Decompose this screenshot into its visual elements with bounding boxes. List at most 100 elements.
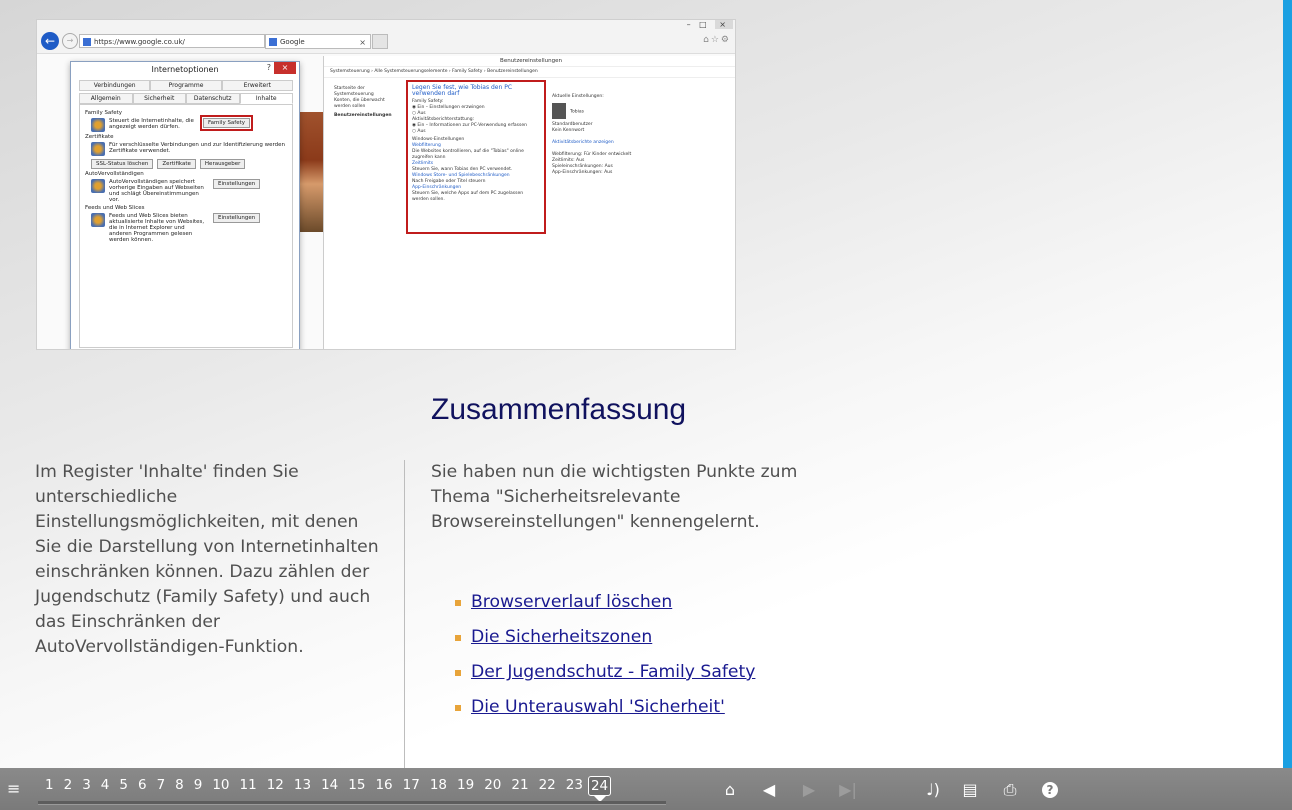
list-item: Die Sicherheitszonen: [455, 625, 755, 660]
progress-bar: [38, 801, 666, 805]
browser-toolbar-icons: ⌂☆⚙: [703, 35, 731, 45]
page-link[interactable]: 23: [561, 776, 588, 796]
topic-link-browserverlauf[interactable]: Browserverlauf löschen: [471, 592, 672, 612]
dialog-tab: Verbindungen: [79, 80, 151, 91]
user-settings-breadcrumb: Systemsteuerung › Alle Systemsteuerungse…: [324, 67, 735, 78]
family-safety-button: Family Safety: [199, 115, 254, 131]
left-paragraph: Im Register 'Inhalte' finden Sie untersc…: [35, 462, 379, 657]
page-link[interactable]: 21: [506, 776, 533, 796]
user-settings-title: Benutzereinstellungen: [324, 56, 735, 67]
page-link[interactable]: 18: [425, 776, 452, 796]
list-item: Browserverlauf löschen: [455, 590, 755, 625]
page-numbers: 1 2 3 4 5 6 7 8 9 10 11 12 13 14 15 16 1…: [40, 776, 612, 802]
autocomplete-heading: AutoVervollständigen: [85, 171, 144, 177]
ssl-button: SSL-Status löschen: [91, 159, 154, 169]
activity-on: Ein – Informationen zur PC-Verwendung er…: [417, 123, 527, 128]
list-item: Die Unterauswahl 'Sicherheit': [455, 695, 755, 730]
volume-icon[interactable]: ♩): [921, 780, 945, 800]
accent-stripe: [1283, 0, 1292, 768]
certificate-icon: [91, 142, 105, 156]
feeds-settings-button: Einstellungen: [213, 213, 261, 223]
back-icon[interactable]: ◀: [757, 780, 781, 800]
page-link[interactable]: 1: [40, 776, 59, 796]
user-settings-window: Benutzereinstellungen Systemsteuerung › …: [323, 56, 735, 349]
browser-address: https://www.google.co.uk/: [79, 34, 265, 48]
family-safety-heading: Family Safety: [85, 110, 123, 116]
page-link[interactable]: 10: [207, 776, 234, 796]
dialog-tabs-row-2: Allgemein Sicherheit Datenschutz Inhalte: [79, 93, 293, 104]
page-link[interactable]: 17: [398, 776, 425, 796]
topic-link-unterauswahl[interactable]: Die Unterauswahl 'Sicherheit': [471, 697, 725, 717]
current-settings: Aktuelle Einstellungen: Tobias Standardb…: [552, 94, 631, 176]
page-link[interactable]: 11: [235, 776, 262, 796]
family-safety-row: Steuert die Internetinhalte, die angezei…: [91, 115, 287, 132]
page-link[interactable]: 20: [479, 776, 506, 796]
topic-link-sicherheitszonen[interactable]: Die Sicherheitszonen: [471, 627, 652, 647]
user-pw: Kein Kennwort: [552, 128, 585, 133]
dialog-tab-active: Inhalte: [239, 93, 293, 104]
bottom-nav-bar: ≡ 1 2 3 4 5 6 7 8 9 10 11 12 13 14 15 16…: [0, 768, 1292, 810]
help-icon[interactable]: ?: [1042, 782, 1058, 798]
sidebar-link: Konten, die überwacht werden sollen: [334, 98, 385, 109]
fs-off: Aus: [417, 111, 426, 116]
feeds-icon: [91, 213, 105, 227]
page-link[interactable]: 14: [316, 776, 343, 796]
dialog-tab: Erweitert: [221, 80, 293, 91]
publisher-button: Herausgeber: [199, 159, 246, 169]
page-link[interactable]: 13: [289, 776, 316, 796]
autocomplete-text: AutoVervollständigen speichert vorherige…: [109, 179, 204, 203]
certificates-heading: Zertifikate: [85, 134, 114, 140]
current-page-indicator[interactable]: 24: [587, 776, 612, 802]
feeds-heading: Feeds und Web Slices: [85, 205, 145, 211]
user-name: Tobias: [570, 109, 584, 115]
certificates-row: Für verschlüsselte Verbindungen und zur …: [91, 142, 287, 156]
page-link[interactable]: 19: [452, 776, 479, 796]
page-link[interactable]: 9: [189, 776, 208, 796]
autocomplete-icon: [91, 179, 105, 193]
page-link[interactable]: 2: [59, 776, 78, 796]
page-link[interactable]: 7: [152, 776, 171, 796]
last-icon[interactable]: ▶|: [836, 780, 860, 800]
print-icon[interactable]: ⎙: [998, 780, 1022, 800]
page-link[interactable]: 4: [96, 776, 115, 796]
screenshot-figure: ← → https://www.google.co.uk/ Google × –…: [36, 19, 736, 350]
new-tab-icon: [372, 34, 388, 49]
browser-tab: Google ×: [265, 34, 371, 49]
box-heading: Legen Sie fest, wie Tobias den PC verwen…: [412, 84, 513, 97]
certificates-button: Zertifikate: [157, 159, 196, 169]
page-link[interactable]: 3: [77, 776, 96, 796]
bookmark-add-icon[interactable]: ▤: [958, 780, 982, 800]
page-link[interactable]: 5: [114, 776, 133, 796]
window-controls: – □ ×: [687, 20, 733, 29]
app-text: Steuern Sie, welche Apps auf dem PC zuge…: [412, 191, 524, 202]
dialog-tabs-row-1: Verbindungen Programme Erweitert: [79, 80, 293, 91]
page-link[interactable]: 15: [343, 776, 370, 796]
page-link[interactable]: 16: [370, 776, 397, 796]
page-link[interactable]: 12: [262, 776, 289, 796]
user-avatar: [552, 103, 566, 119]
dialog-help-icon: ?: [266, 63, 271, 72]
dialog-title: Internetoptionen: [151, 65, 219, 74]
family-safety-text: Steuert die Internetinhalte, die angezei…: [109, 118, 194, 130]
page-link[interactable]: 6: [133, 776, 152, 796]
topic-link-jugendschutz[interactable]: Der Jugendschutz - Family Safety: [471, 662, 755, 682]
home-icon[interactable]: ⌂: [718, 780, 742, 800]
internet-options-dialog: Internetoptionen ? × Verbindungen Progra…: [70, 61, 300, 349]
browser-tab-title: Google: [280, 38, 305, 46]
topic-links: Browserverlauf löschen Die Sicherheitszo…: [455, 590, 755, 730]
menu-icon[interactable]: ≡: [7, 781, 25, 797]
page-link[interactable]: 8: [170, 776, 189, 796]
sidebar-link: Startseite der Systemsteuerung: [334, 86, 374, 97]
feeds-row: Feeds und Web Slices bieten aktualisiert…: [91, 213, 287, 243]
report-link: Aktivitätsberichte anzeigen: [552, 140, 614, 145]
browser-back-icon: ←: [41, 32, 59, 50]
activity-off: Aus: [417, 129, 426, 134]
user-settings-highlight-box: Legen Sie fest, wie Tobias den PC verwen…: [406, 80, 546, 234]
browser-forward-icon: →: [62, 33, 78, 49]
browser-toolbar: ← → https://www.google.co.uk/ Google × –…: [37, 20, 735, 54]
web-text: Die Websites kontrollieren, auf die "Tob…: [412, 149, 524, 160]
dialog-close-icon: ×: [274, 62, 296, 74]
page-link[interactable]: 22: [534, 776, 561, 796]
forward-icon[interactable]: ▶: [797, 780, 821, 800]
fs-on: Ein – Einstellungen erzwingen: [417, 105, 485, 110]
